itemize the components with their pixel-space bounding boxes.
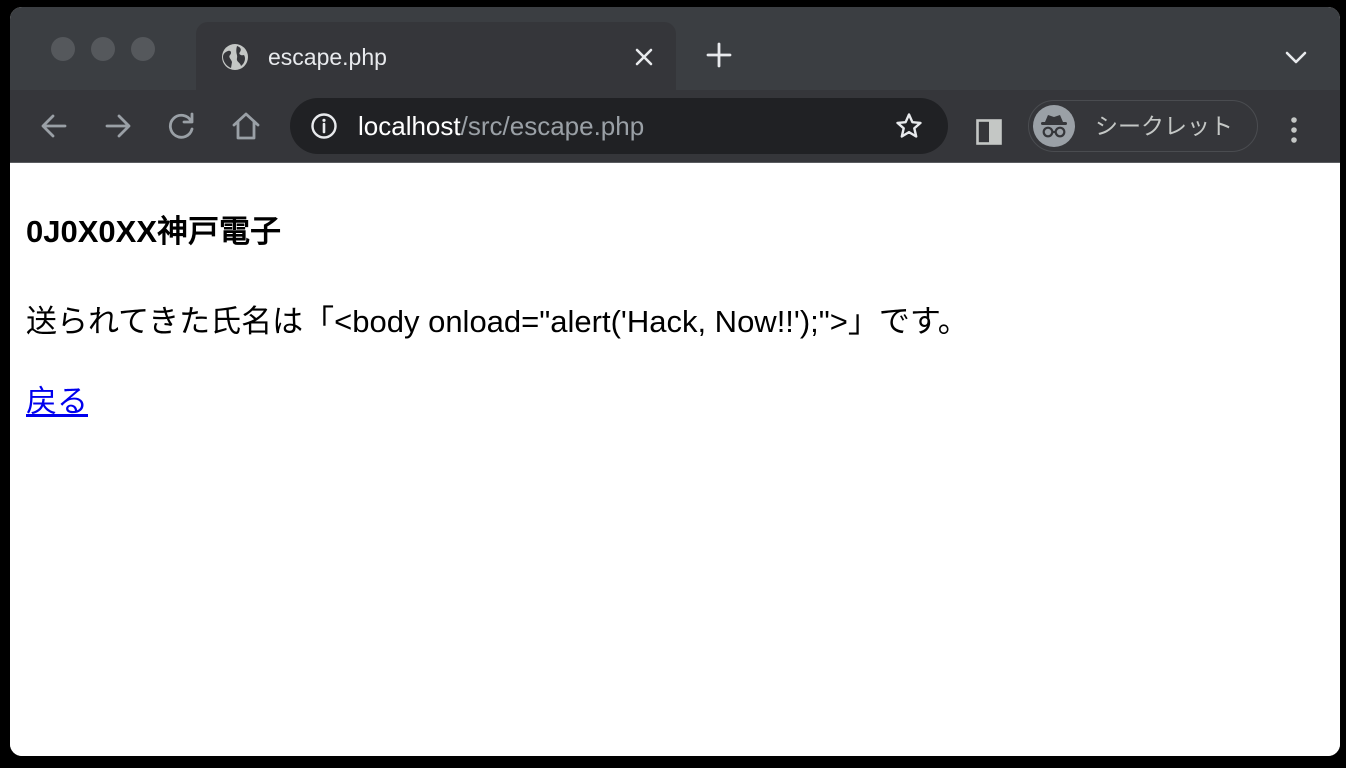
browser-window: escape.php localhost/src/escape.php シークレ… [10,7,1340,756]
chevron-down-icon[interactable] [1282,43,1310,71]
back-arrow-icon[interactable] [36,108,72,144]
page-heading: 0J0X0XX神戸電子 [26,214,281,249]
more-menu-icon[interactable] [1282,114,1306,146]
window-zoom-button[interactable] [131,37,155,61]
forward-arrow-icon[interactable] [100,108,136,144]
result-message: 送られてきた氏名は「<body onload="alert('Hack, Now… [26,304,969,339]
reload-icon[interactable] [164,108,200,144]
window-minimize-button[interactable] [91,37,115,61]
tab-close-icon[interactable] [630,43,658,71]
site-info-icon[interactable] [310,112,338,140]
globe-icon [220,42,250,72]
page-content: 0J0X0XX神戸電子 送られてきた氏名は「<body onload="aler… [10,163,1340,756]
tab-escape-php[interactable]: escape.php [196,22,676,90]
tab-strip: escape.php [10,7,1340,90]
back-link[interactable]: 戻る [26,383,88,421]
url-text: localhost/src/escape.php [358,110,644,142]
new-tab-plus-icon[interactable] [704,40,734,70]
incognito-icon [1033,105,1075,147]
address-bar[interactable]: localhost/src/escape.php [290,98,948,154]
incognito-profile-button[interactable]: シークレット [1028,100,1258,152]
browser-toolbar: localhost/src/escape.php シークレット [10,90,1340,163]
url-host: localhost [358,111,461,141]
window-close-button[interactable] [51,37,75,61]
tab-title: escape.php [268,44,387,70]
incognito-label: シークレット [1095,113,1233,139]
url-path: /src/escape.php [460,111,645,141]
bookmark-star-icon[interactable] [894,111,924,141]
home-icon[interactable] [228,108,264,144]
side-panel-icon[interactable] [975,118,1003,146]
